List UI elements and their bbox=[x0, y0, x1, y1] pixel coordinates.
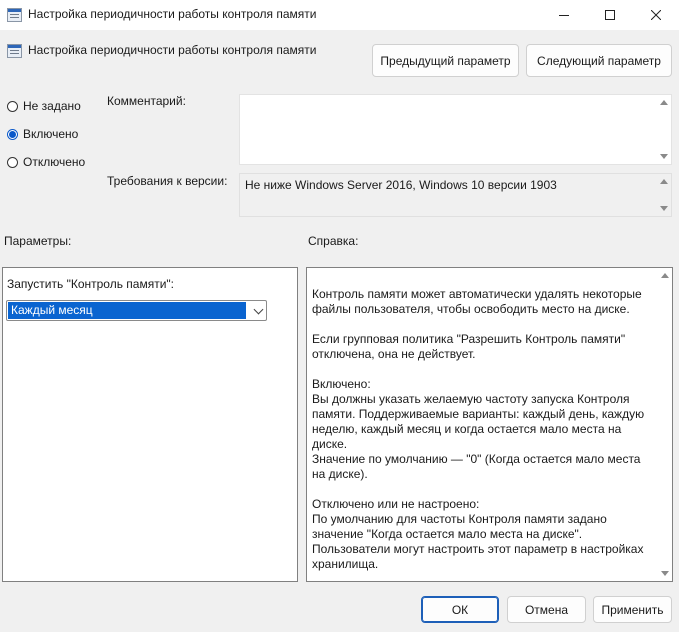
frequency-dropdown[interactable]: Каждый месяц bbox=[6, 300, 267, 321]
help-scrollbar[interactable] bbox=[658, 268, 672, 581]
radio-circle-checked[interactable] bbox=[7, 128, 18, 140]
scroll-up-icon[interactable] bbox=[659, 100, 668, 105]
radio-disabled[interactable]: Отключено bbox=[7, 155, 85, 169]
apply-button[interactable]: Применить bbox=[593, 596, 672, 623]
requirements-scrollbar[interactable] bbox=[656, 174, 671, 216]
policy-title: Настройка периодичности работы контроля … bbox=[28, 43, 317, 57]
comment-label: Комментарий: bbox=[107, 94, 186, 108]
help-panel: Контроль памяти может автоматически удал… bbox=[306, 267, 673, 582]
close-button[interactable] bbox=[633, 0, 679, 30]
radio-label: Включено bbox=[23, 127, 79, 141]
cancel-button[interactable]: Отмена bbox=[507, 596, 586, 623]
next-setting-button[interactable]: Следующий параметр bbox=[526, 44, 672, 77]
radio-label: Не задано bbox=[23, 99, 81, 113]
comment-value bbox=[240, 95, 671, 103]
requirements-value: Не ниже Windows Server 2016, Windows 10 … bbox=[245, 178, 557, 192]
comment-scrollbar[interactable] bbox=[656, 95, 671, 164]
scroll-down-icon[interactable] bbox=[661, 571, 669, 576]
radio-label: Отключено bbox=[23, 155, 86, 169]
close-icon bbox=[651, 10, 661, 20]
requirements-field: Не ниже Windows Server 2016, Windows 10 … bbox=[239, 173, 672, 217]
options-panel: Запустить "Контроль памяти": Каждый меся… bbox=[2, 267, 298, 582]
maximize-icon bbox=[605, 10, 615, 20]
minimize-icon bbox=[559, 15, 569, 16]
help-text: Контроль памяти может автоматически удал… bbox=[312, 287, 645, 571]
policy-icon bbox=[7, 44, 22, 58]
scroll-down-icon[interactable] bbox=[659, 206, 668, 211]
scroll-up-icon[interactable] bbox=[659, 179, 668, 184]
radio-not-configured[interactable]: Не задано bbox=[7, 99, 81, 113]
radio-enabled[interactable]: Включено bbox=[7, 127, 78, 141]
radio-circle[interactable] bbox=[7, 100, 18, 112]
previous-setting-button[interactable]: Предыдущий параметр bbox=[372, 44, 519, 77]
frequency-label: Запустить "Контроль памяти": bbox=[7, 277, 174, 291]
window-icon bbox=[7, 8, 22, 22]
radio-circle[interactable] bbox=[7, 156, 18, 168]
comment-textarea[interactable] bbox=[239, 94, 672, 165]
frequency-selected-value: Каждый месяц bbox=[8, 302, 246, 319]
chevron-down-icon bbox=[253, 304, 264, 315]
scroll-down-icon[interactable] bbox=[659, 154, 668, 159]
title-bar: Настройка периодичности работы контроля … bbox=[0, 0, 679, 30]
window-title: Настройка периодичности работы контроля … bbox=[28, 7, 317, 21]
options-heading: Параметры: bbox=[4, 234, 72, 248]
minimize-button[interactable] bbox=[541, 0, 587, 30]
maximize-button[interactable] bbox=[587, 0, 633, 30]
scroll-up-icon[interactable] bbox=[661, 273, 669, 278]
help-heading: Справка: bbox=[308, 234, 359, 248]
requirements-label: Требования к версии: bbox=[107, 174, 228, 188]
ok-button[interactable]: ОК bbox=[421, 596, 499, 623]
